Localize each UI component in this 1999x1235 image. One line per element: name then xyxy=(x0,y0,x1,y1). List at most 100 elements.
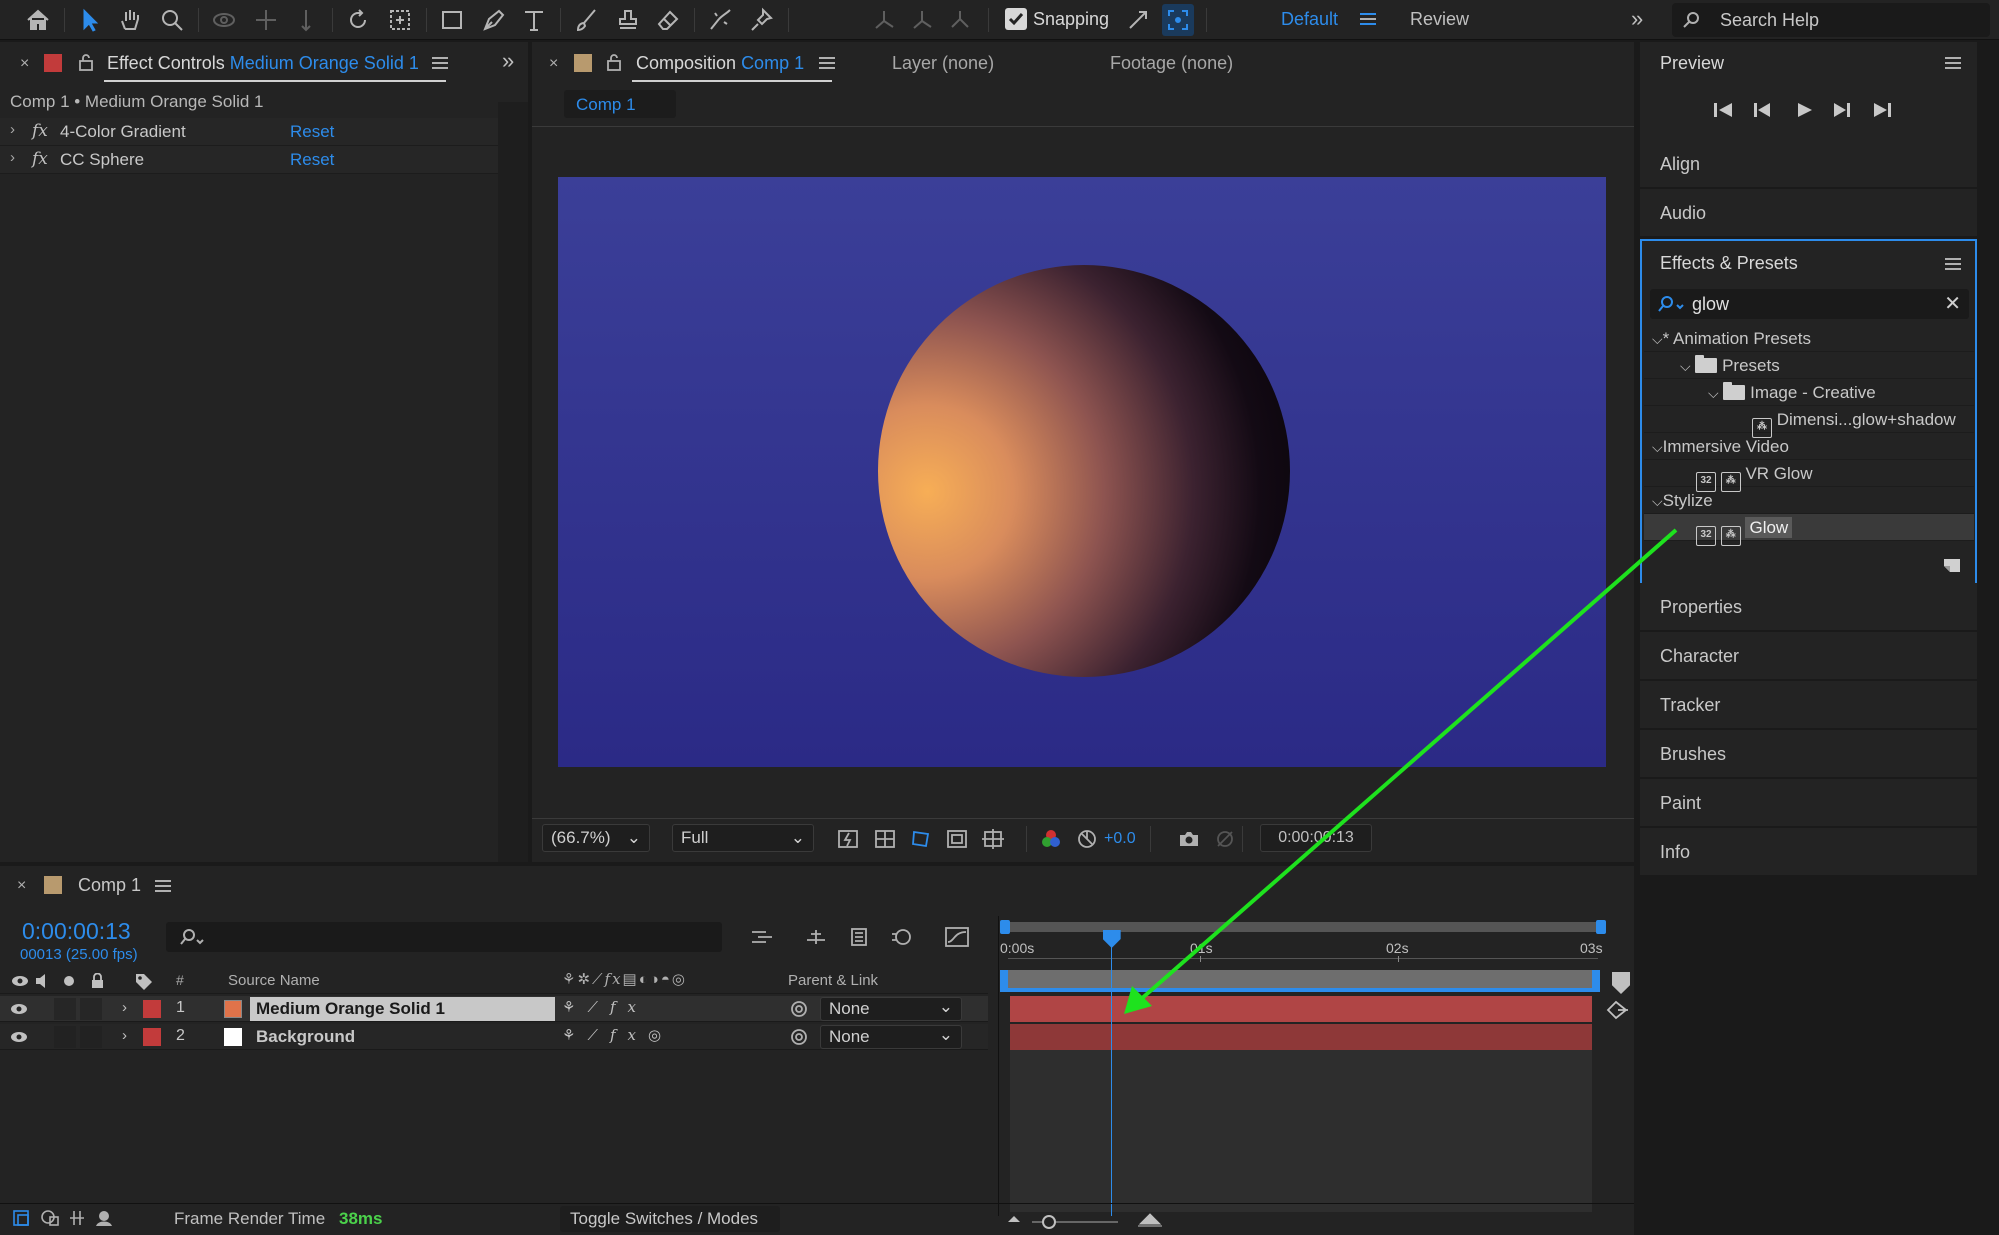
dolly-camera-icon[interactable] xyxy=(290,4,322,36)
rectangle-tool-icon[interactable] xyxy=(436,4,468,36)
effects-presets-title[interactable]: Effects & Presets xyxy=(1660,253,1798,273)
orbit-camera-icon[interactable] xyxy=(208,4,240,36)
comment-marker-icon[interactable] xyxy=(1612,972,1630,994)
grid-guides-icon[interactable] xyxy=(982,828,1004,850)
tree-effect-vr-glow[interactable]: 32 ⁂ VR Glow xyxy=(1644,460,1974,492)
frame-blending-icon[interactable] xyxy=(848,926,870,948)
workspace-menu-icon[interactable] xyxy=(1360,13,1376,25)
pick-whip-icon[interactable] xyxy=(790,1028,808,1046)
transparency-grid-icon[interactable] xyxy=(874,828,896,850)
clone-stamp-tool-icon[interactable] xyxy=(612,4,644,36)
tree-group-immersive-video[interactable]: ⌵Immersive Video xyxy=(1644,433,1974,460)
type-tool-icon[interactable] xyxy=(518,4,550,36)
search-help-field[interactable]: Search Help xyxy=(1672,3,1990,37)
clear-search-icon[interactable]: ✕ xyxy=(1944,291,1961,316)
effect-row-4-color-gradient[interactable]: › fx 4-Color Gradient Reset xyxy=(0,118,498,146)
motion-blur-icon[interactable] xyxy=(890,926,912,948)
home-icon[interactable] xyxy=(22,4,54,36)
tree-group-stylize[interactable]: ⌵Stylize xyxy=(1644,487,1974,514)
layer-tab[interactable]: Layer (none) xyxy=(892,53,994,73)
rotate-tool-icon[interactable] xyxy=(342,4,374,36)
parent-dropdown[interactable]: None ⌄ xyxy=(820,1025,962,1049)
snapping-checkbox[interactable] xyxy=(1005,8,1027,30)
lock-toggle[interactable] xyxy=(80,998,102,1020)
expand-chevron-icon[interactable]: › xyxy=(122,999,127,1016)
exposure-value[interactable]: +0.0 xyxy=(1104,830,1136,848)
brush-tool-icon[interactable] xyxy=(570,4,602,36)
eraser-tool-icon[interactable] xyxy=(652,4,684,36)
timeline-tab[interactable]: Comp 1 xyxy=(78,875,141,895)
pick-whip-icon[interactable] xyxy=(790,1000,808,1018)
layer-end-icon[interactable] xyxy=(1606,1000,1630,1020)
layer-row-2[interactable]: › 2 Background ⚘⟋fx◎ None ⌄ xyxy=(0,1024,988,1050)
paint-panel[interactable]: Paint xyxy=(1640,779,1977,827)
effect-row-cc-sphere[interactable]: › fx CC Sphere Reset xyxy=(0,146,498,174)
layer-search-input[interactable] xyxy=(166,922,722,952)
effect-controls-tab[interactable]: Effect Controls Medium Orange Solid 1 xyxy=(107,53,419,73)
panel-menu-icon[interactable] xyxy=(819,57,835,69)
footage-tab[interactable]: Footage (none) xyxy=(1110,53,1233,73)
toggle-switches-modes[interactable]: Toggle Switches / Modes xyxy=(560,1206,780,1232)
tree-preset-dimension-glow[interactable]: ⁂ Dimensi...glow+shadow xyxy=(1644,406,1974,438)
new-bin-icon[interactable] xyxy=(1942,554,1962,574)
layer-name[interactable]: Background xyxy=(256,1027,355,1047)
effects-search-input[interactable]: glow ✕ xyxy=(1650,289,1969,319)
properties-panel[interactable]: Properties xyxy=(1640,583,1977,631)
puppet-pin-tool-icon[interactable] xyxy=(746,4,778,36)
panel-menu-icon[interactable] xyxy=(1945,57,1961,69)
layer-bar-2[interactable] xyxy=(1010,1024,1592,1050)
time-graph[interactable]: 0:00s 01s 02s 03s xyxy=(1000,916,1634,1216)
navigator-start-handle[interactable] xyxy=(1000,920,1010,934)
scrollbar[interactable] xyxy=(498,102,528,862)
brushes-panel[interactable]: Brushes xyxy=(1640,730,1977,778)
navigator-end-handle[interactable] xyxy=(1596,920,1606,934)
zoom-slider[interactable] xyxy=(1006,1210,1186,1230)
panel-menu-icon[interactable] xyxy=(432,57,448,69)
workspace-default[interactable]: Default xyxy=(1281,9,1338,30)
resolution-dropdown[interactable]: Full ⌄ xyxy=(672,824,814,852)
comp-navigator-tab[interactable]: Comp 1 xyxy=(564,90,676,118)
graph-editor-icon[interactable] xyxy=(944,926,969,948)
solo-toggle[interactable] xyxy=(54,1026,76,1048)
align-panel[interactable]: Align xyxy=(1640,140,1977,188)
layer-name[interactable]: Medium Orange Solid 1 xyxy=(256,999,445,1019)
snap-edges-icon[interactable] xyxy=(1122,4,1154,36)
zoom-dropdown[interactable]: (66.7%) ⌄ xyxy=(542,824,650,852)
layer-row-1[interactable]: › 1 Medium Orange Solid 1 ⚘⟋fx None ⌄ xyxy=(0,996,988,1022)
reset-link[interactable]: Reset xyxy=(290,122,334,142)
source-name-header[interactable]: Source Name xyxy=(228,972,320,989)
view-axis-icon[interactable] xyxy=(944,4,976,36)
close-icon[interactable]: × xyxy=(17,877,26,895)
world-axis-icon[interactable] xyxy=(906,4,938,36)
tracker-panel[interactable]: Tracker xyxy=(1640,681,1977,729)
playhead[interactable] xyxy=(1102,916,1121,1216)
expand-chevron-icon[interactable]: › xyxy=(122,1027,127,1044)
current-time[interactable]: 0:00:00:13 xyxy=(22,918,131,945)
playhead-handle[interactable] xyxy=(1102,930,1121,948)
current-time-display[interactable]: 0:00:00:13 xyxy=(1260,824,1372,852)
tree-folder-presets[interactable]: ⌵ Presets xyxy=(1644,352,1974,379)
solo-toggle[interactable] xyxy=(54,998,76,1020)
anchor-point-tool-icon[interactable] xyxy=(384,4,416,36)
visibility-eye-icon[interactable] xyxy=(10,1002,28,1016)
lock-icon[interactable] xyxy=(606,53,622,71)
local-axis-icon[interactable] xyxy=(868,4,900,36)
tree-group-animation-presets[interactable]: ⌵* Animation Presets xyxy=(1644,325,1974,352)
close-icon[interactable]: × xyxy=(549,55,558,73)
layer-label-color[interactable] xyxy=(143,1028,161,1046)
more-workspaces-icon[interactable]: » xyxy=(1631,6,1643,32)
pen-tool-icon[interactable] xyxy=(478,4,510,36)
layer-bar-1[interactable] xyxy=(1010,996,1592,1022)
character-panel[interactable]: Character xyxy=(1640,632,1977,680)
lock-icon[interactable] xyxy=(78,53,94,71)
panel-menu-icon[interactable] xyxy=(1945,258,1961,270)
mask-path-icon[interactable] xyxy=(910,828,932,850)
workspace-review[interactable]: Review xyxy=(1410,9,1469,30)
composition-tab[interactable]: Composition Comp 1 xyxy=(636,53,804,73)
selection-tool-icon[interactable] xyxy=(74,4,106,36)
hand-tool-icon[interactable] xyxy=(114,4,146,36)
channels-icon[interactable] xyxy=(1040,828,1062,850)
close-icon[interactable]: × xyxy=(20,55,29,73)
snapshot-camera-icon[interactable] xyxy=(1178,828,1200,850)
layer-switches[interactable]: ⚘⟋fx xyxy=(562,998,648,1016)
